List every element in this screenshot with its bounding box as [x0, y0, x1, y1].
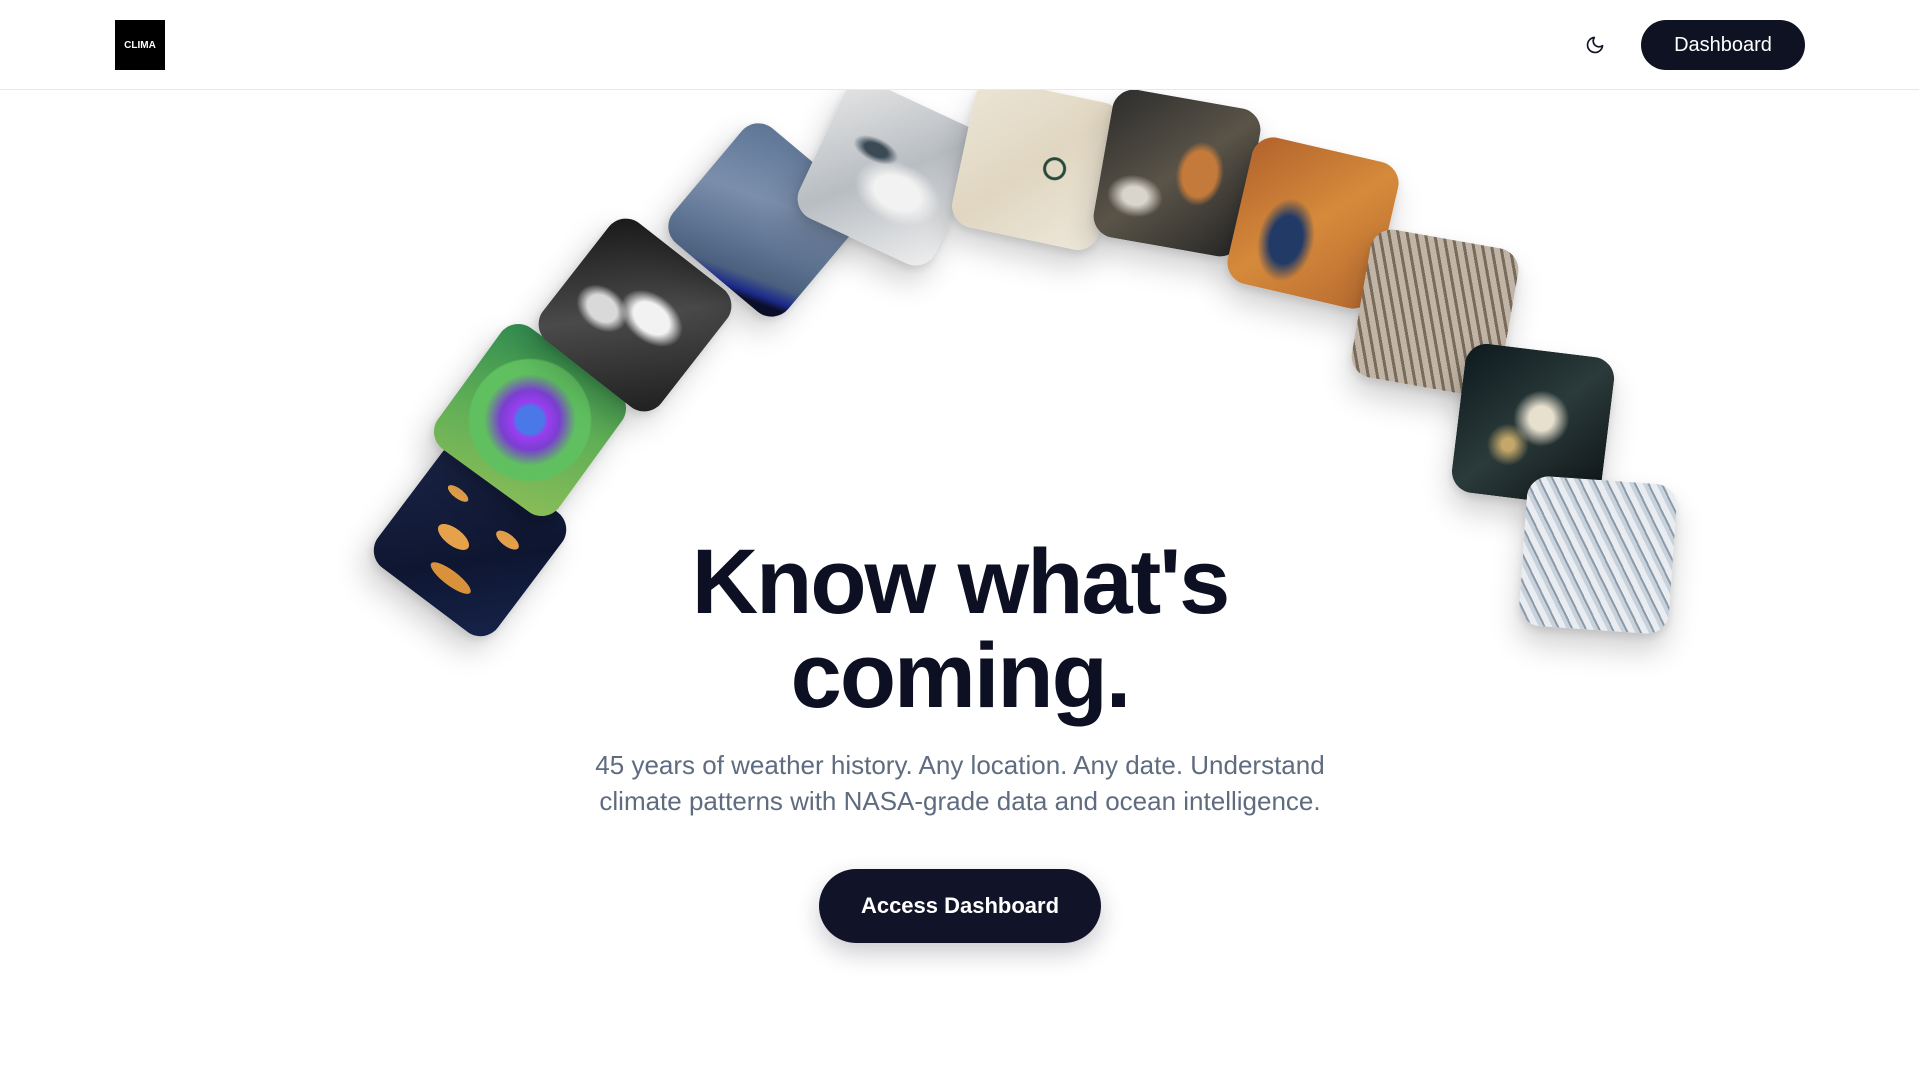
- subtext-line-1: 45 years of weather history. Any locatio…: [595, 750, 1325, 780]
- theme-toggle-button[interactable]: [1580, 30, 1610, 60]
- clima-logo[interactable]: CLIMA: [115, 20, 165, 70]
- access-dashboard-label: Access Dashboard: [860, 893, 1060, 918]
- dashboard-nav-button[interactable]: Dashboard: [1641, 20, 1805, 70]
- hero-subtext: 45 years of weather history. Any locatio…: [560, 747, 1360, 819]
- moon-icon: [1586, 36, 1604, 54]
- top-navbar: CLIMA Dashboard: [0, 0, 1919, 90]
- landing-page: CLIMA Dashboard Know what's coming. 45 y…: [0, 0, 1919, 1079]
- headline-line-2: coming.: [790, 625, 1132, 727]
- dashboard-nav-label: Dashboard: [1674, 33, 1772, 56]
- hero-headline: Know what's coming.: [460, 535, 1460, 723]
- logo-text: CLIMA: [124, 39, 156, 51]
- access-dashboard-button[interactable]: Access Dashboard: [819, 869, 1101, 943]
- subtext-line-2: climate patterns with NASA-grade data an…: [599, 786, 1321, 816]
- hero-section: Know what's coming. 45 years of weather …: [0, 0, 1919, 1079]
- headline-line-1: Know what's: [691, 531, 1231, 633]
